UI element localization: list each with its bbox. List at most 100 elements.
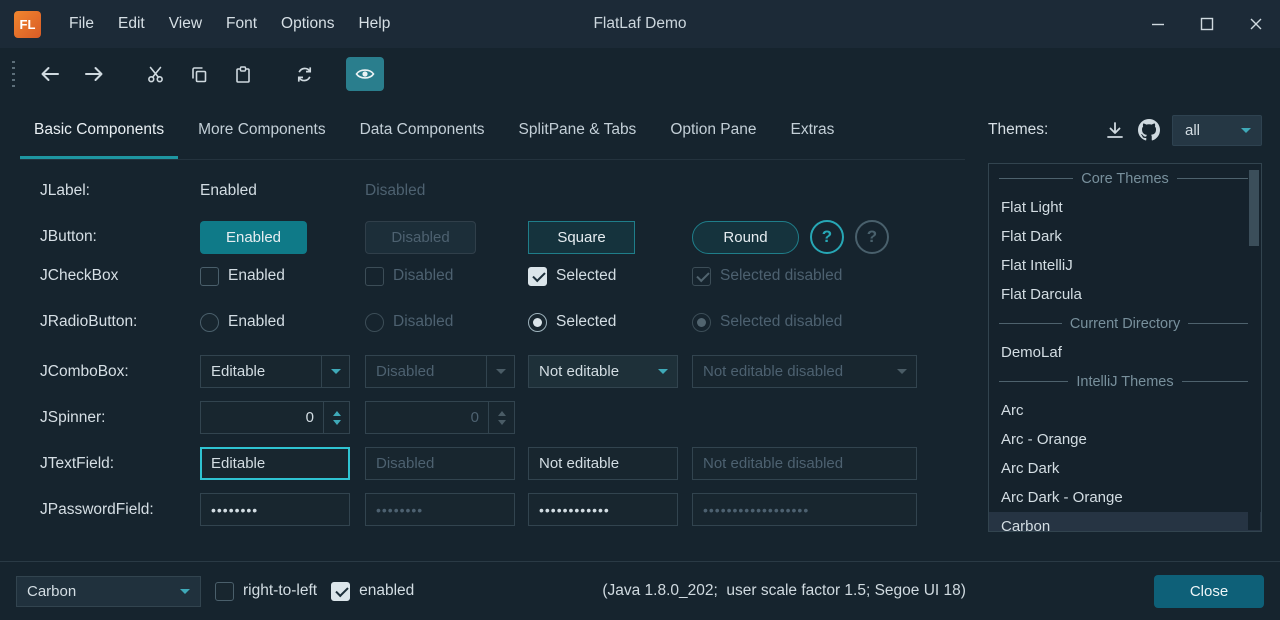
themes-list: Core Themes Flat Light Flat Dark Flat In… (988, 163, 1262, 532)
radio-icon (365, 313, 384, 332)
jspinner-row: JSpinner: 0 0 (0, 398, 965, 444)
combobox-value: Not editable (529, 363, 649, 380)
square-button[interactable]: Square (528, 221, 635, 254)
environment-info: (Java 1.8.0_202; user scale factor 1.5; … (428, 582, 1140, 600)
back-button[interactable] (31, 57, 69, 91)
menu-view[interactable]: View (157, 0, 214, 48)
combobox-value: Not editable disabled (693, 363, 888, 380)
checkbox-selected[interactable]: Selected (528, 267, 692, 286)
github-icon (1138, 119, 1160, 141)
github-button[interactable] (1132, 114, 1166, 146)
help-button[interactable]: ? (810, 220, 844, 254)
paste-icon (235, 66, 251, 83)
tab-extras[interactable]: Extras (777, 100, 849, 159)
textfield-not-editable[interactable]: Not editable (528, 447, 678, 480)
download-theme-button[interactable] (1098, 114, 1132, 146)
eye-icon (355, 67, 375, 81)
separator-label: Core Themes (1081, 171, 1169, 187)
separator-label: Current Directory (1070, 316, 1180, 332)
tab-splitpane-tabs[interactable]: SplitPane & Tabs (505, 100, 651, 159)
spinner-value[interactable]: 0 (201, 402, 323, 433)
tab-more-components[interactable]: More Components (184, 100, 340, 159)
forward-button[interactable] (75, 57, 113, 91)
copy-button[interactable] (180, 57, 218, 91)
menu-edit[interactable]: Edit (106, 0, 157, 48)
enabled-button[interactable]: Enabled (200, 221, 307, 254)
radio-label: Disabled (393, 313, 453, 331)
theme-item-arc[interactable]: Arc (989, 396, 1261, 425)
radio-selected[interactable]: Selected (528, 313, 692, 332)
maximize-button[interactable] (1182, 0, 1231, 48)
minimize-icon (1151, 17, 1165, 31)
theme-item-arc-dark-orange[interactable]: Arc Dark - Orange (989, 483, 1261, 512)
cut-button[interactable] (136, 57, 174, 91)
combobox-editable[interactable]: Editable (200, 355, 350, 388)
close-icon (1249, 17, 1263, 31)
menubar: File Edit View Font Options Help (57, 0, 402, 48)
help-button-disabled: ? (855, 220, 889, 254)
disabled-button: Disabled (365, 221, 476, 254)
spinner-enabled[interactable]: 0 (200, 401, 350, 434)
radio-selected-icon (692, 313, 711, 332)
round-button[interactable]: Round (692, 221, 799, 254)
right-to-left-checkbox[interactable]: right-to-left (215, 582, 317, 601)
titlebar: FL File Edit View Font Options Help Flat… (0, 0, 1280, 48)
paste-button[interactable] (224, 57, 262, 91)
theme-item-arc-orange[interactable]: Arc - Orange (989, 425, 1261, 454)
menu-file[interactable]: File (57, 0, 106, 48)
refresh-button[interactable] (285, 57, 323, 91)
spinner-up-icon (498, 411, 506, 416)
themes-separator-core: Core Themes (989, 164, 1261, 193)
combobox-value: Editable (201, 363, 321, 380)
theme-item-flat-darcula[interactable]: Flat Darcula (989, 280, 1261, 309)
enabled-checkbox[interactable]: enabled (331, 582, 414, 601)
app-logo: FL (14, 11, 41, 38)
row-label-jcombobox: JComboBox: (40, 363, 200, 381)
checkbox-checked-icon (692, 267, 711, 286)
combobox-arrow-button[interactable] (321, 356, 349, 387)
theme-item-flat-dark[interactable]: Flat Dark (989, 222, 1261, 251)
spinner-down-icon (498, 420, 506, 425)
tabbed-pane: Basic Components More Components Data Co… (20, 100, 965, 160)
theme-item-flat-light[interactable]: Flat Light (989, 193, 1261, 222)
spinner-buttons (488, 402, 514, 433)
row-label-jcheckbox: JCheckBox (40, 267, 200, 285)
minimize-button[interactable] (1133, 0, 1182, 48)
theme-item-flat-intellij[interactable]: Flat IntelliJ (989, 251, 1261, 280)
show-hidden-toggle[interactable] (346, 57, 384, 91)
theme-item-carbon-selected[interactable]: Carbon (989, 512, 1261, 532)
menu-font[interactable]: Font (214, 0, 269, 48)
close-window-button[interactable] (1231, 0, 1280, 48)
laf-combobox[interactable]: Carbon (16, 576, 201, 607)
theme-filter-value: all (1185, 122, 1200, 139)
themes-header: Themes: all (988, 100, 1262, 160)
checkbox-enabled[interactable]: Enabled (200, 267, 365, 286)
theme-item-demolaf[interactable]: DemoLaf (989, 338, 1261, 367)
menu-help[interactable]: Help (346, 0, 402, 48)
combobox-arrow-button[interactable] (649, 356, 677, 387)
themes-separator-intellij-themes: IntelliJ Themes (989, 367, 1261, 396)
close-button[interactable]: Close (1154, 575, 1264, 608)
tab-basic-components[interactable]: Basic Components (20, 100, 178, 159)
theme-filter-combobox[interactable]: all (1172, 115, 1262, 146)
toolbar-grip[interactable] (12, 61, 15, 87)
radio-label: Enabled (228, 313, 285, 331)
tab-option-pane[interactable]: Option Pane (656, 100, 770, 159)
tab-data-components[interactable]: Data Components (346, 100, 499, 159)
textfield-editable[interactable]: Editable (200, 447, 350, 480)
combobox-not-editable-disabled: Not editable disabled (692, 355, 917, 388)
radio-enabled[interactable]: Enabled (200, 313, 365, 332)
themes-scrollbar[interactable] (1248, 165, 1260, 530)
spinner-buttons[interactable] (323, 402, 349, 433)
checkbox-selected-disabled: Selected disabled (692, 267, 965, 286)
passwordfield-not-editable-disabled: •••••••••••••••••• (692, 493, 917, 526)
radio-selected-icon (528, 313, 547, 332)
theme-item-arc-dark[interactable]: Arc Dark (989, 454, 1261, 483)
window-controls (1133, 0, 1280, 48)
menu-options[interactable]: Options (269, 0, 346, 48)
checkbox-checked-icon (331, 582, 350, 601)
passwordfield-not-editable[interactable]: •••••••••••• (528, 493, 678, 526)
passwordfield-editable[interactable]: •••••••• (200, 493, 350, 526)
scrollbar-thumb[interactable] (1249, 170, 1259, 246)
combobox-not-editable[interactable]: Not editable (528, 355, 678, 388)
